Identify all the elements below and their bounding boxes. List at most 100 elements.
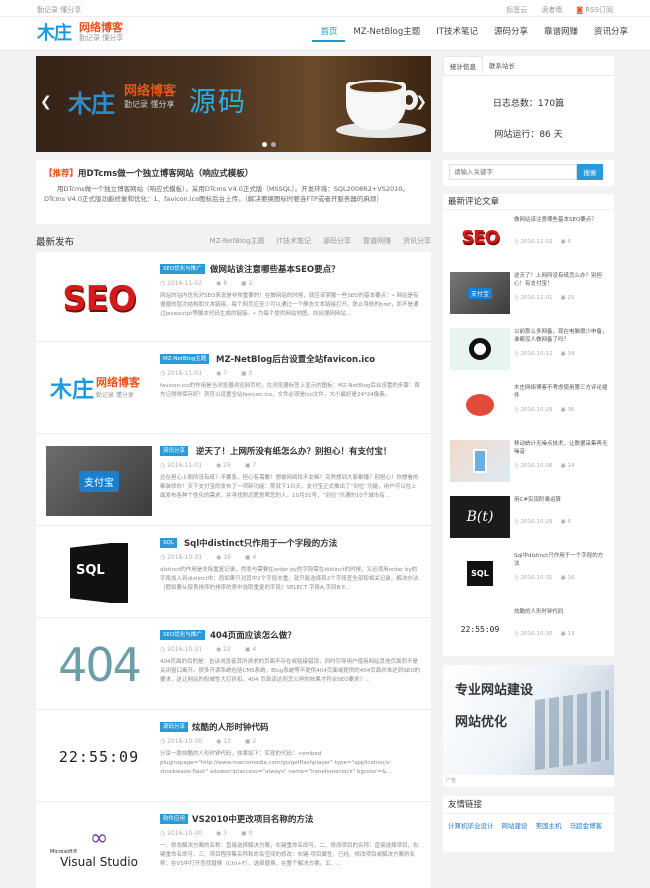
readers-wall-link[interactable]: 读者墙 — [541, 5, 562, 15]
friend-link[interactable]: 计算机毕业设计 — [448, 820, 494, 830]
comment-meta: ◷ 2016-10-06 ▣ 14 — [514, 463, 575, 469]
post-category-badge[interactable]: SEO优化与推广 — [160, 264, 205, 274]
post-title[interactable]: 炫酷的人形时钟代码 — [192, 721, 269, 733]
comment-item[interactable]: 22:55:09 炫酷的人形时钟代码 ◷ 2016-10-30 ▣ 13 — [443, 602, 614, 658]
post-thumbnail[interactable]: SQL — [46, 538, 152, 608]
nav-news[interactable]: 资讯分享 — [586, 26, 636, 42]
post-category-badge[interactable]: 资讯分享 — [160, 446, 189, 456]
clock-thumb-text: 22:55:09 — [58, 748, 140, 766]
comment-thumbnail — [450, 440, 510, 482]
post-category-badge[interactable]: 源码分享 — [160, 722, 189, 732]
slider-logo-sub: 勤记录 懂分享 — [124, 100, 175, 109]
comment-title[interactable]: 木庄网络博客不考虑使用第三方评论插件 — [514, 384, 608, 400]
post-category-badge[interactable]: 软件应用 — [160, 814, 189, 824]
comment-title[interactable]: 炫酷的人形时钟代码 — [514, 608, 608, 616]
friend-links-title: 友情链接 — [443, 796, 614, 814]
top-bar: 勤记录 懂分享 标签云 读者墙 ◙ RSS订阅 — [0, 0, 650, 17]
nav-it-notes[interactable]: IT技术笔记 — [428, 26, 486, 42]
post-title[interactable]: 404页面应该怎么做？ — [210, 629, 296, 641]
notice-title[interactable]: 【推荐】用DTcms做一个独立博客网站（响应式模板） — [44, 167, 423, 179]
search-button[interactable]: 搜索 — [577, 164, 603, 180]
logo-thumb-name: 网络博客 — [96, 376, 140, 389]
ad-banner[interactable]: 专业网站建设 网站优化 广告 — [443, 665, 614, 787]
tag-cloud-link[interactable]: 标签云 — [506, 5, 527, 15]
post-thumbnail[interactable]: 404 — [46, 630, 152, 700]
speech-bubble-icon — [466, 394, 494, 416]
comment-item[interactable]: 支付宝 逆天了！上网所没有纸怎么办？别担心！有支付宝！ ◷ 2016-11-01… — [443, 266, 614, 322]
slider-headline: 源码 — [189, 87, 247, 118]
post-meta: ◷ 2016-11-01 ◉ 25 ▣ 7 — [160, 462, 257, 469]
comment-item[interactable]: B(t) 用C#实现阶乘运算 ◷ 2016-10-29 ▣ 6 — [443, 490, 614, 546]
comment-title[interactable]: 做网站该注意哪些基本SEO要点？ — [514, 216, 608, 224]
post-title[interactable]: Sql中distinct只作用于一个字段的方法 — [184, 537, 337, 549]
section-cat-news[interactable]: 资讯分享 — [403, 236, 431, 246]
post-item: ∞ Microsoft® Visual Studio 软件应用 VS2010中更… — [36, 802, 431, 888]
comment-meta: ◷ 2016-10-30 ▣ 13 — [514, 631, 575, 637]
sql-thumb-text: SQL — [76, 563, 105, 578]
comment-meta: ◷ 2016-10-29 ▣ 6 — [514, 519, 571, 525]
post-category-badge[interactable]: MZ-NetBlog主题 — [160, 354, 210, 364]
phone-icon — [473, 449, 487, 473]
post-meta: ◷ 2016-11-01 ◉ 7 ▣ 0 — [160, 370, 253, 377]
comment-item[interactable]: SQL Sql中distinct只作用于一个字段的方法 ◷ 2016-10-31… — [443, 546, 614, 602]
section-cat-source[interactable]: 源码分享 — [323, 236, 351, 246]
comment-item[interactable]: 木庄网络博客不考虑使用第三方评论插件 ◷ 2016-10-29 ▣ 36 — [443, 378, 614, 434]
post-item: 木庄 网络博客 勤记录 懂分享 MZ-NetBlog主题 MZ-NetBlog后… — [36, 342, 431, 434]
post-title[interactable]: 做网站该注意哪些基本SEO要点？ — [210, 263, 340, 275]
logo-sub: 勤记录 懂分享 — [79, 34, 124, 42]
rss-link[interactable]: ◙ RSS订阅 — [576, 5, 613, 15]
comment-title[interactable]: 逆天了！上网所没有纸怎么办？别担心！有支付宝！ — [514, 272, 608, 288]
comment-title[interactable]: 以前那么多网备，现在电脑很少申备，谁都没人做网备了吗？ — [514, 328, 608, 344]
comment-item[interactable]: 移动统计无噪点技术，让数据采集再无噪音 ◷ 2016-10-06 ▣ 14 — [443, 434, 614, 490]
section-cat-mz[interactable]: MZ-NetBlog主题 — [210, 236, 265, 246]
post-count: 日志总数：170篇 — [492, 99, 565, 109]
nav-mz-netblog[interactable]: MZ-NetBlog主题 — [345, 26, 428, 42]
friend-links-widget: 友情链接 计算机毕业设计 网站建设 美国主机 马超金博客 — [443, 796, 614, 852]
comment-item[interactable]: 以前那么多网备，现在电脑很少申备，谁都没人做网备了吗？ ◷ 2016-10-12… — [443, 322, 614, 378]
banner-slider[interactable]: 木庄 网络博客 勤记录 懂分享 源码 ❮ ❯ — [36, 56, 431, 152]
post-thumbnail[interactable]: 支付宝 — [46, 446, 152, 516]
search-input[interactable] — [449, 164, 577, 180]
tab-stats[interactable]: 统计信息 — [443, 56, 483, 75]
post-category-badge[interactable]: SEO优化与推广 — [160, 630, 205, 640]
friend-link[interactable]: 网站建设 — [502, 820, 528, 830]
section-categories: MZ-NetBlog主题 IT技术笔记 源码分享 靠谱网赚 资讯分享 — [210, 236, 431, 246]
infinity-icon: ∞ — [89, 826, 109, 851]
post-thumbnail[interactable]: ∞ Microsoft® Visual Studio — [46, 814, 152, 884]
comment-title[interactable]: 移动统计无噪点技术，让数据采集再无噪音 — [514, 440, 608, 456]
post-title[interactable]: 逆天了！上网所没有纸怎么办？别担心！有支付宝！ — [196, 445, 392, 457]
slider-dot-1[interactable] — [262, 142, 267, 147]
comment-thumbnail — [450, 328, 510, 370]
slider-dot-2[interactable] — [271, 142, 276, 147]
post-title[interactable]: MZ-NetBlog后台设置全站favicon.ico — [216, 353, 375, 365]
comment-title[interactable]: 用C#实现阶乘运算 — [514, 496, 608, 504]
tab-contact[interactable]: 联系站长 — [483, 56, 521, 75]
section-cat-earn[interactable]: 靠谱网赚 — [363, 236, 391, 246]
post-title[interactable]: VS2010中更改项目名称的方法 — [192, 813, 313, 825]
post-thumbnail[interactable]: 22:55:09 — [46, 722, 152, 792]
logo-mark: 木庄 — [37, 23, 72, 44]
post-excerpt: distinct的作用是去除重复记录，然而与需要在order by的字段需在di… — [160, 567, 419, 591]
post-category-badge[interactable]: SQL — [160, 538, 177, 548]
latest-posts-header: 最新发布 MZ-NetBlog主题 IT技术笔记 源码分享 靠谱网赚 资讯分享 — [36, 232, 431, 248]
comment-title[interactable]: Sql中distinct只作用于一个字段的方法 — [514, 552, 608, 568]
slider-prev-icon[interactable]: ❮ — [40, 94, 52, 110]
site-logo[interactable]: 木庄 网络博客 勤记录 懂分享 — [37, 17, 127, 47]
nav-source-share[interactable]: 源码分享 — [486, 26, 536, 42]
slider-next-icon[interactable]: ❯ — [415, 94, 427, 110]
friend-link[interactable]: 美国主机 — [536, 820, 562, 830]
friend-links-list: 计算机毕业设计 网站建设 美国主机 马超金博客 — [443, 814, 614, 836]
post-thumbnail[interactable]: 木庄 网络博客 勤记录 懂分享 — [46, 354, 152, 424]
nav-home[interactable]: 首页 — [312, 26, 346, 42]
slider-logo-name: 网络博客 — [124, 84, 177, 99]
ad-line-1: 专业网站建设 — [455, 683, 534, 698]
post-thumbnail[interactable]: SEO — [46, 264, 152, 334]
friend-link[interactable]: 马超金博客 — [570, 820, 603, 830]
comment-item[interactable]: SEO 做网站该注意哪些基本SEO要点？ ◷ 2016-11-02 ▣ 6 — [443, 210, 614, 266]
comment-thumbnail: SQL — [450, 552, 510, 594]
coffee-cup-image — [336, 70, 426, 140]
tagline: 勤记录 懂分享 — [37, 6, 82, 14]
nav-earn[interactable]: 靠谱网赚 — [536, 26, 586, 42]
comment-meta: ◷ 2016-11-01 ▣ 25 — [514, 295, 575, 301]
section-cat-it[interactable]: IT技术笔记 — [277, 236, 311, 246]
